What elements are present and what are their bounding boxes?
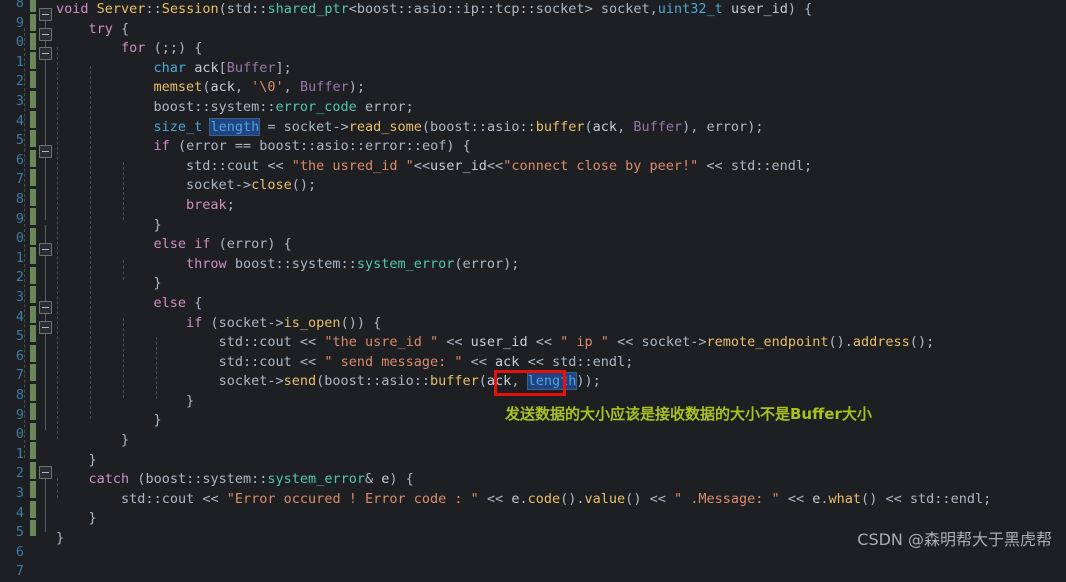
line-number: 6 [15, 347, 24, 364]
code-line[interactable]: for (;;) { [56, 39, 1066, 59]
line-number: 3 [15, 485, 24, 501]
code-content[interactable]: void Server::Session(std::shared_ptr<boo… [56, 0, 1066, 557]
line-number: 6 [15, 543, 24, 560]
line-number: 2 [15, 465, 24, 482]
line-number: 5 [15, 132, 24, 149]
code-folding-column[interactable] [36, 0, 56, 557]
line-number: 6 [15, 151, 24, 168]
selected-occurrence[interactable]: length [526, 372, 578, 391]
line-number: 7 [15, 171, 24, 188]
line-number: 0 [15, 34, 24, 51]
code-line[interactable]: break; [56, 196, 1066, 216]
line-number: 3 [15, 93, 24, 109]
fold-marker-collapse-icon[interactable] [39, 47, 52, 60]
code-line[interactable]: memset(ack, '\0', Buffer); [56, 78, 1066, 98]
line-number: 0 [15, 426, 24, 443]
fold-marker-collapse-icon[interactable] [39, 301, 52, 314]
line-number: 4 [15, 112, 24, 129]
code-line[interactable]: else { [56, 294, 1066, 314]
code-line[interactable]: boost::system::error_code error; [56, 98, 1066, 118]
line-number: 8 [15, 387, 24, 403]
code-editor[interactable]: 8 9 0 1 2 3 4 5 6 7 8 9 0 1 2 3 4 5 6 7 8 9 0 1 2 3 4 5 6 7 void Serv… [0, 0, 1066, 579]
code-line[interactable]: } [56, 431, 1066, 451]
code-line[interactable]: std::cout << "the usre_id " << user_id <… [56, 333, 1066, 353]
line-number: 8 [15, 191, 24, 207]
line-number: 2 [15, 269, 24, 286]
line-number: 5 [15, 524, 24, 541]
line-number: 1 [15, 53, 24, 70]
line-number: 8 [15, 0, 24, 11]
line-number: 4 [15, 308, 24, 325]
line-number: 9 [15, 406, 24, 423]
line-number: 1 [15, 249, 24, 266]
code-line[interactable]: catch (boost::system::system_error& e) { [56, 470, 1066, 490]
code-line[interactable]: std::cout << "the usred_id "<<user_id<<"… [56, 157, 1066, 177]
csdn-watermark: CSDN @森明帮大于黑虎帮 [857, 530, 1052, 549]
annotation-note-text: 发送数据的大小应该是接收数据的大小不是Buffer大小 [505, 405, 872, 423]
fold-marker-collapse-icon[interactable] [39, 466, 52, 479]
line-number-gutter: 8 9 0 1 2 3 4 5 6 7 8 9 0 1 2 3 4 5 6 7 8 9 0 1 2 3 4 5 6 7 [0, 0, 30, 579]
code-line[interactable]: void Server::Session(std::shared_ptr<boo… [56, 0, 1066, 20]
code-line[interactable]: socket->send(boost::asio::buffer(ack, le… [56, 372, 1066, 392]
code-line[interactable]: throw boost::system::system_error(error)… [56, 255, 1066, 275]
line-number: 4 [15, 504, 24, 521]
line-number: 7 [15, 367, 24, 384]
code-line[interactable]: socket->close(); [56, 176, 1066, 196]
fold-marker-collapse-icon[interactable] [39, 8, 52, 21]
code-line[interactable]: size_t length = socket->read_some(boost:… [56, 117, 1066, 138]
code-line[interactable]: } [56, 451, 1066, 471]
code-line[interactable]: if (socket->is_open()) { [56, 314, 1066, 334]
selected-occurrence[interactable]: length [209, 117, 261, 136]
fold-marker-collapse-icon[interactable] [39, 28, 52, 41]
code-line[interactable]: char ack[Buffer]; [56, 59, 1066, 79]
fold-marker-collapse-icon[interactable] [39, 145, 52, 158]
code-line[interactable]: } [56, 274, 1066, 294]
indent-guide [24, 28, 25, 458]
code-line[interactable]: std::cout << "Error occured ! Error code… [56, 490, 1066, 510]
line-number: 0 [15, 230, 24, 247]
line-number: 9 [15, 14, 24, 31]
code-line[interactable]: else if (error) { [56, 235, 1066, 255]
code-line[interactable]: try { [56, 20, 1066, 40]
line-number: 3 [15, 289, 24, 305]
line-number: 7 [15, 563, 24, 580]
code-line[interactable]: if (error == boost::asio::error::eof) { [56, 137, 1066, 157]
line-number: 5 [15, 328, 24, 345]
line-number: 1 [15, 445, 24, 462]
fold-marker-collapse-icon[interactable] [39, 243, 52, 256]
code-line[interactable]: } [56, 216, 1066, 236]
fold-marker-collapse-icon[interactable] [39, 321, 52, 334]
line-number: 2 [15, 73, 24, 90]
line-number: 9 [15, 210, 24, 227]
code-line[interactable]: std::cout << " send message: " << ack <<… [56, 353, 1066, 373]
